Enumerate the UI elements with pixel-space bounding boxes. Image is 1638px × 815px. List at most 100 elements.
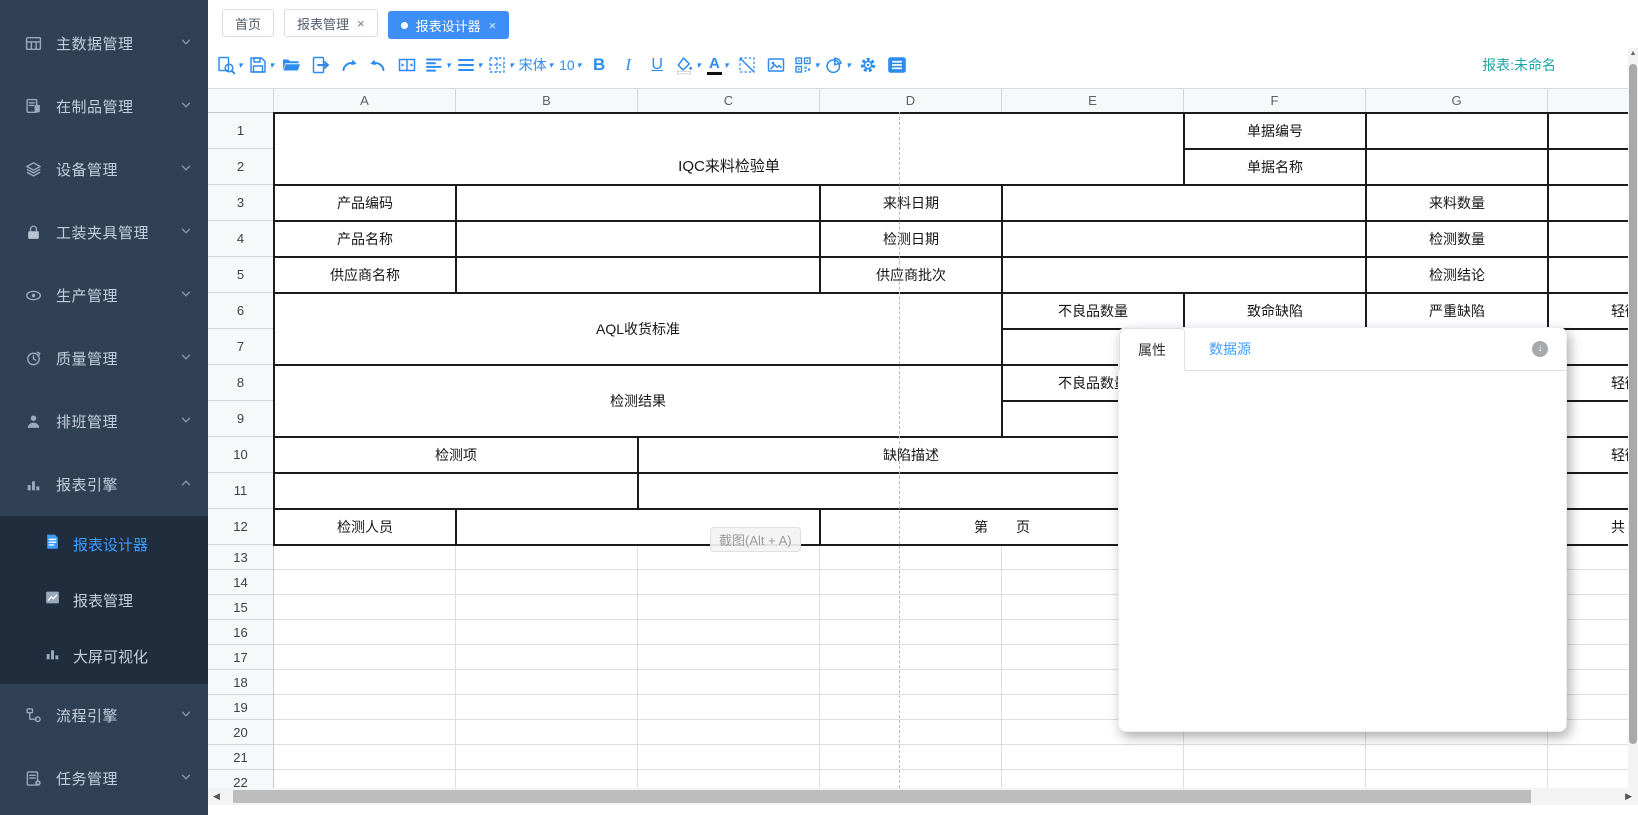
corner-cell[interactable]	[208, 89, 274, 113]
tab-首页[interactable]: 首页	[222, 9, 274, 37]
row-header-18[interactable]: 18	[208, 670, 274, 695]
italic-button[interactable]: I	[616, 49, 640, 81]
row-header-17[interactable]: 17	[208, 645, 274, 670]
save-button[interactable]: ▾	[248, 49, 275, 81]
settings-button[interactable]	[856, 49, 880, 81]
form-cell-来料数量[interactable]: 来料数量	[1365, 184, 1549, 222]
tab-properties[interactable]: 属性	[1119, 328, 1185, 370]
scroll-left-arrow-icon[interactable]: ◀	[213, 791, 220, 802]
close-icon[interactable]: ×	[489, 18, 497, 33]
export-button[interactable]	[308, 49, 332, 81]
form-cell-供应商名称[interactable]: 供应商名称	[273, 256, 457, 294]
row-header-22[interactable]: 22	[208, 770, 274, 789]
scroll-right-arrow-icon[interactable]: ▶	[1625, 791, 1632, 802]
font-family-select[interactable]: 宋体▾	[519, 49, 554, 81]
form-cell[interactable]	[455, 256, 821, 294]
row-lines-button[interactable]: ▾	[456, 49, 483, 81]
form-cell[interactable]	[455, 220, 821, 258]
form-cell-AQL收货标准[interactable]: AQL收货标准	[273, 292, 1003, 366]
tab-报表设计器[interactable]: 报表设计器×	[388, 11, 510, 39]
sidebar-item-报表引擎[interactable]: 报表引擎	[0, 453, 208, 516]
form-cell-检测项[interactable]: 检测项	[273, 436, 639, 474]
form-cell-检测人员[interactable]: 检测人员	[273, 508, 457, 546]
horizontal-scrollbar[interactable]: ◀ ▶	[208, 788, 1638, 805]
form-cell-产品编码[interactable]: 产品编码	[273, 184, 457, 222]
form-cell-缺陷描述[interactable]: 缺陷描述	[637, 436, 1185, 474]
form-cell-不良品数量[interactable]: 不良品数量	[1001, 292, 1185, 330]
form-cell[interactable]	[273, 472, 639, 510]
properties-list-button[interactable]	[885, 49, 909, 81]
horizontal-scroll-thumb[interactable]	[233, 790, 1531, 803]
form-cell[interactable]	[1547, 184, 1630, 222]
chart-button[interactable]: ▾	[824, 49, 851, 81]
row-header-2[interactable]: 2	[208, 149, 274, 185]
form-cell-轻微缺陷[interactable]: 轻微缺陷	[1547, 292, 1630, 330]
form-cell-严重缺陷[interactable]: 严重缺陷	[1365, 292, 1549, 330]
row-header-15[interactable]: 15	[208, 595, 274, 620]
row-header-9[interactable]: 9	[208, 401, 274, 437]
column-header-D[interactable]: D	[820, 89, 1002, 113]
bold-button[interactable]: B	[587, 49, 611, 81]
row-header-5[interactable]: 5	[208, 257, 274, 293]
preview-button[interactable]: ▾	[216, 49, 243, 81]
align-button[interactable]: ▾	[424, 49, 451, 81]
sidebar-subitem-报表管理[interactable]: 报表管理	[0, 572, 208, 628]
tab-报表管理[interactable]: 报表管理×	[284, 9, 378, 37]
form-cell[interactable]	[1547, 148, 1630, 186]
form-cell-来料日期[interactable]: 来料日期	[819, 184, 1003, 222]
form-cell[interactable]	[1365, 148, 1549, 186]
form-cell-致命缺陷[interactable]: 致命缺陷	[1183, 292, 1367, 330]
diagonal-cell-button[interactable]	[735, 49, 759, 81]
sidebar-item-在制品管理[interactable]: 在制品管理	[0, 75, 208, 138]
column-header-E[interactable]: E	[1002, 89, 1184, 113]
form-cell-单据名称[interactable]: 单据名称	[1183, 148, 1367, 186]
vertical-scroll-thumb[interactable]	[1629, 64, 1637, 744]
form-cell-检测日期[interactable]: 检测日期	[819, 220, 1003, 258]
row-header-7[interactable]: 7	[208, 329, 274, 365]
insert-image-button[interactable]	[764, 49, 788, 81]
row-header-1[interactable]: 1	[208, 113, 274, 149]
form-cell[interactable]	[1547, 256, 1630, 294]
sidebar-item-质量管理[interactable]: 质量管理	[0, 327, 208, 390]
font-color-button[interactable]: A▾	[706, 49, 730, 81]
form-cell-供应商批次[interactable]: 供应商批次	[819, 256, 1003, 294]
form-cell[interactable]	[1365, 112, 1549, 150]
row-header-20[interactable]: 20	[208, 720, 274, 745]
row-header-11[interactable]: 11	[208, 473, 274, 509]
column-header-A[interactable]: A	[274, 89, 456, 113]
form-cell-检测结论[interactable]: 检测结论	[1365, 256, 1549, 294]
sidebar-subitem-大屏可视化[interactable]: 大屏可视化	[0, 628, 208, 684]
row-header-14[interactable]: 14	[208, 570, 274, 595]
tab-datasource[interactable]: 数据源	[1209, 328, 1251, 370]
undo-button[interactable]	[366, 49, 390, 81]
row-header-6[interactable]: 6	[208, 293, 274, 329]
underline-button[interactable]: U	[645, 49, 669, 81]
form-cell[interactable]	[1001, 220, 1367, 258]
close-icon[interactable]: ×	[357, 16, 365, 31]
open-folder-button[interactable]	[279, 49, 303, 81]
form-cell[interactable]	[637, 472, 1185, 510]
redo-button[interactable]	[337, 49, 361, 81]
row-header-8[interactable]: 8	[208, 365, 274, 401]
form-cell-产品名称[interactable]: 产品名称	[273, 220, 457, 258]
collapse-panel-button[interactable]: ↓	[1532, 341, 1548, 357]
font-size-select[interactable]: 10▾	[558, 49, 582, 81]
form-cell[interactable]	[1547, 220, 1630, 258]
sidebar-subitem-报表设计器[interactable]: 报表设计器	[0, 516, 208, 572]
row-header-4[interactable]: 4	[208, 221, 274, 257]
sidebar-item-任务管理[interactable]: 任务管理	[0, 747, 208, 810]
fill-color-button[interactable]: ▾	[674, 49, 701, 81]
borders-button[interactable]: ▾	[487, 49, 514, 81]
form-cell[interactable]	[1001, 256, 1367, 294]
row-header-10[interactable]: 10	[208, 437, 274, 473]
column-header-F[interactable]: F	[1184, 89, 1366, 113]
row-header-16[interactable]: 16	[208, 620, 274, 645]
form-cell-IQC来料检验单[interactable]: IQC来料检验单	[273, 112, 1185, 186]
form-cell[interactable]	[1001, 184, 1367, 222]
sidebar-item-流程引擎[interactable]: 流程引擎	[0, 684, 208, 747]
form-cell[interactable]	[1547, 112, 1630, 150]
form-cell-检测结果[interactable]: 检测结果	[273, 364, 1003, 438]
row-header-19[interactable]: 19	[208, 695, 274, 720]
row-header-13[interactable]: 13	[208, 545, 274, 570]
form-cell[interactable]	[455, 184, 821, 222]
